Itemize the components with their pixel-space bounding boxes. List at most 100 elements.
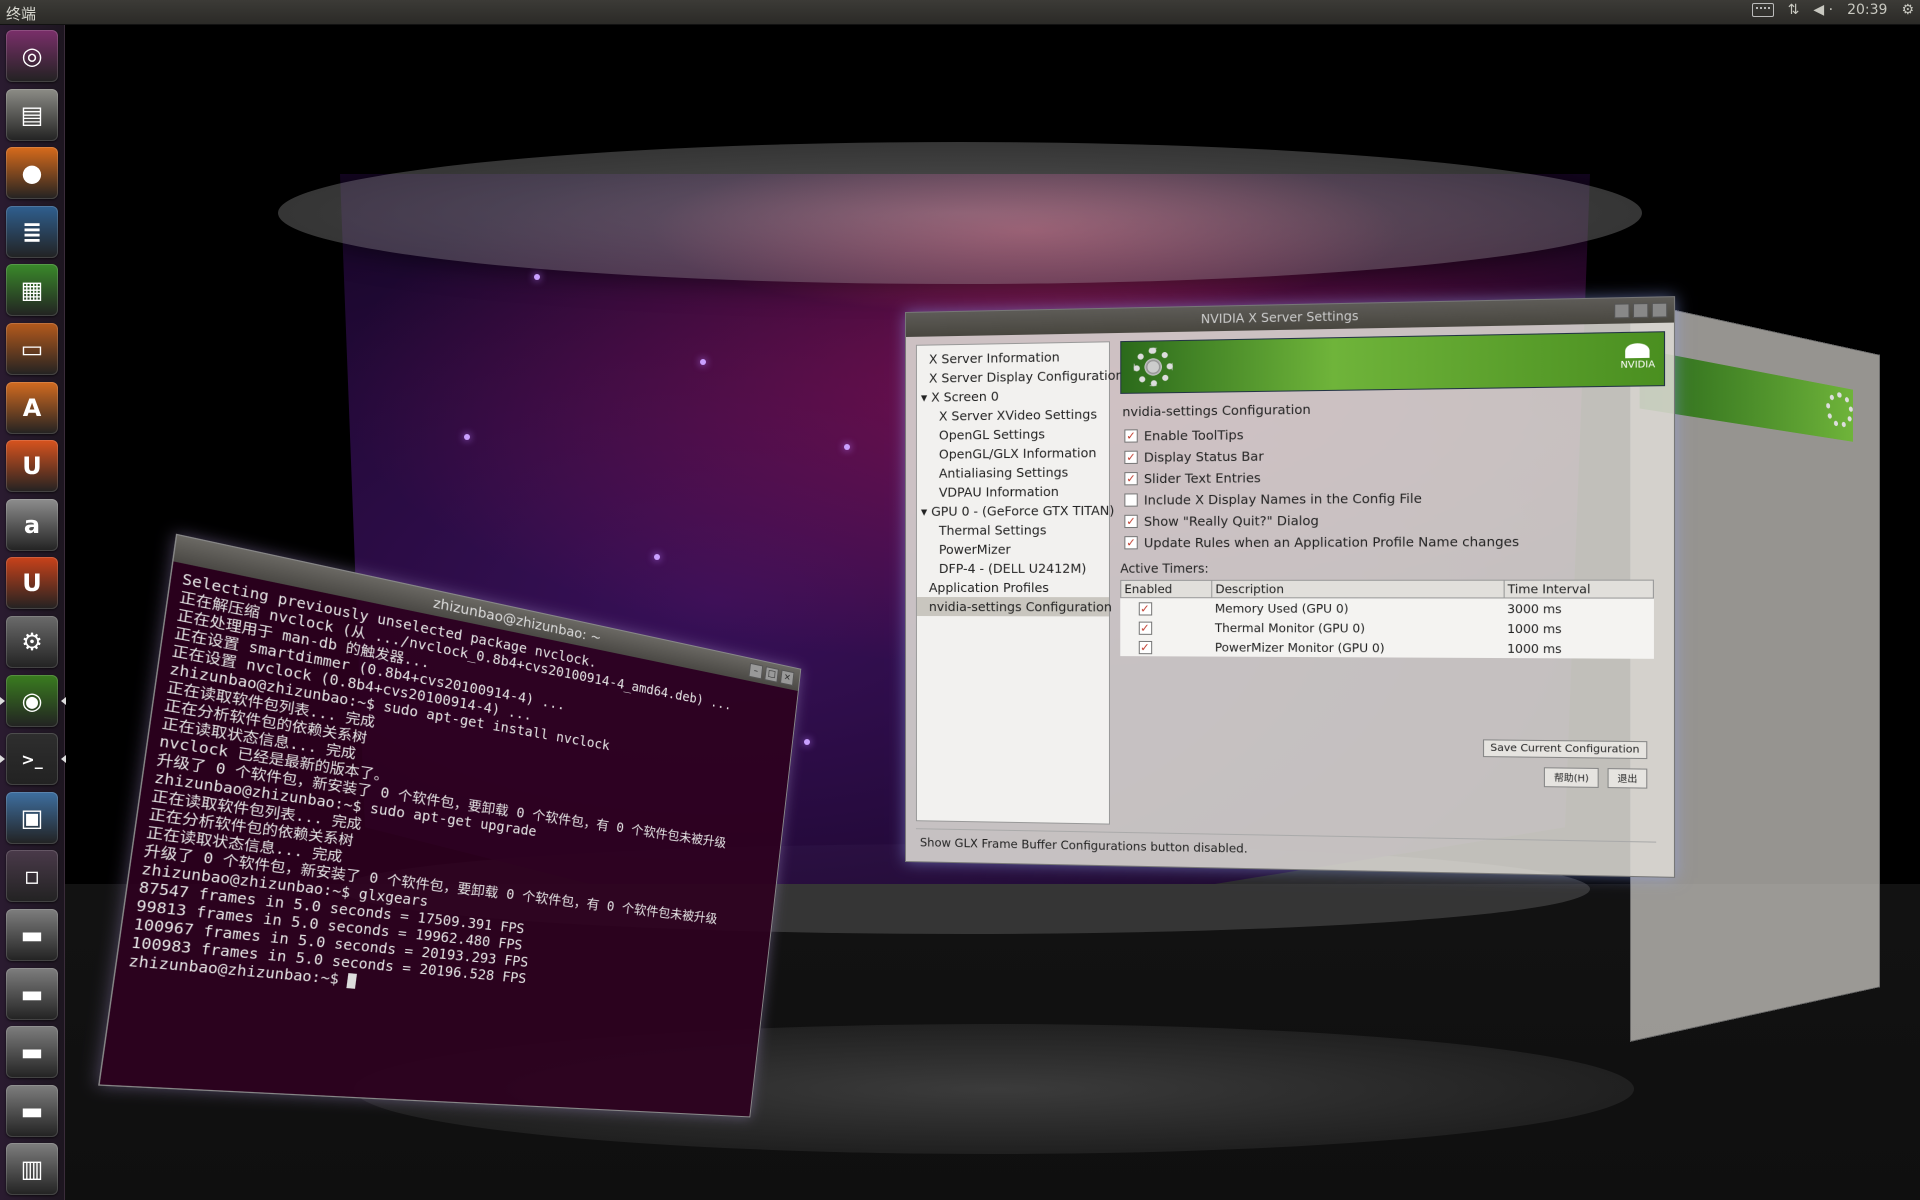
option-row[interactable]: Include X Display Names in the Config Fi… <box>1120 486 1665 511</box>
calc-button[interactable]: ▦ <box>6 264 58 316</box>
enabled-cell[interactable]: ✓ <box>1121 637 1212 657</box>
tree-item[interactable]: Application Profiles <box>917 578 1109 597</box>
nvidia-banner: NVIDIA <box>1120 331 1665 394</box>
amazon-button[interactable]: a <box>6 499 58 551</box>
description-cell: Memory Used (GPU 0) <box>1212 598 1504 619</box>
clock[interactable]: 20:39 <box>1847 2 1887 18</box>
enabled-cell[interactable]: ✓ <box>1121 617 1212 637</box>
settings-tree: X Server Information X Server Display Con… <box>916 341 1110 824</box>
maximize-icon[interactable]: □ <box>764 666 779 683</box>
hard-drive-icon: ▬ <box>21 1038 44 1066</box>
column-header[interactable]: Description <box>1212 580 1504 598</box>
close-icon[interactable] <box>1652 303 1668 318</box>
option-checkbox[interactable]: ✓ <box>1124 472 1137 485</box>
u-bag-icon: U <box>22 569 42 597</box>
file-cabinet-icon: ▤ <box>21 101 44 129</box>
impress-button[interactable]: ▭ <box>6 323 58 375</box>
option-checkbox[interactable]: ✓ <box>1124 515 1137 528</box>
tree-item[interactable]: VDPAU Information <box>917 481 1109 502</box>
display-settings-button[interactable]: ▣ <box>6 792 58 844</box>
tree-item[interactable]: ▾ X Screen 0 <box>917 385 1109 407</box>
maximize-icon[interactable] <box>1633 303 1649 318</box>
option-row[interactable]: ✓ Update Rules when an Application Profil… <box>1120 530 1665 554</box>
close-icon[interactable]: × <box>780 670 794 686</box>
spreadsheet-icon: ▦ <box>21 276 44 304</box>
timer-checkbox[interactable]: ✓ <box>1138 602 1151 615</box>
document-icon: ≣ <box>22 218 42 246</box>
option-row[interactable]: ✓ Show "Really Quit?" Dialog <box>1120 508 1665 532</box>
ubuntu-logo-icon: ◎ <box>22 42 43 70</box>
top-panel: 终端 ⇅ ◀ · 20:39 ⚙ <box>0 0 1920 25</box>
presentation-icon: ▭ <box>21 335 44 363</box>
launcher: ◎ ▤ ● ≣ ▦ ▭ A Ua U ⚙ ◉ >_ ▣ ▫ ▬ ▬ ▬ ▬ ▥ <box>0 24 65 1200</box>
table-row[interactable]: ✓ Thermal Monitor (GPU 0) 1000 ms <box>1121 617 1654 638</box>
drive-1-button[interactable]: ▬ <box>6 909 58 961</box>
tree-item[interactable]: X Server XVideo Settings <box>917 404 1109 426</box>
description-cell: PowerMizer Monitor (GPU 0) <box>1212 637 1504 658</box>
tree-item[interactable]: OpenGL/GLX Information <box>917 443 1109 464</box>
option-label: Show "Really Quit?" Dialog <box>1144 513 1319 529</box>
tree-item[interactable]: DFP-4 - (DELL U2412M) <box>917 559 1109 578</box>
trash-icon: ▥ <box>21 1155 44 1183</box>
timer-checkbox[interactable]: ✓ <box>1138 640 1151 653</box>
terminal-cursor <box>347 973 358 989</box>
workspaces-icon: ▫ <box>24 862 40 890</box>
keyboard-icon[interactable] <box>1752 3 1774 17</box>
ubuntu-one-button[interactable]: U <box>6 440 58 492</box>
interval-cell[interactable]: 1000 ms <box>1504 618 1654 638</box>
table-row[interactable]: ✓ PowerMizer Monitor (GPU 0) 1000 ms <box>1121 637 1654 659</box>
trash-button[interactable]: ▥ <box>6 1143 58 1195</box>
minimize-icon[interactable]: – <box>749 663 764 680</box>
firefox-button[interactable]: ● <box>6 147 58 199</box>
nvidia-settings-button[interactable]: ◉ <box>6 675 58 727</box>
terminal-button[interactable]: >_ <box>6 733 58 785</box>
tree-item[interactable]: nvidia-settings Configuration <box>917 597 1109 616</box>
save-configuration-button[interactable]: Save Current Configuration <box>1483 739 1648 759</box>
tree-item[interactable]: Antialiasing Settings <box>917 462 1109 483</box>
quit-button[interactable]: 退出 <box>1608 768 1648 789</box>
timers-label: Active Timers: <box>1120 561 1665 576</box>
drive-4-button[interactable]: ▬ <box>6 1085 58 1137</box>
options-list: ✓ Enable ToolTips ✓ Display Status Bar ✓ Slid… <box>1120 419 1665 554</box>
window-title: NVIDIA X Server Settings <box>1201 309 1359 326</box>
writer-button[interactable]: ≣ <box>6 206 58 258</box>
table-row[interactable]: ✓ Memory Used (GPU 0) 3000 ms <box>1121 598 1654 619</box>
shopping-bag-icon: A <box>23 394 42 422</box>
timer-checkbox[interactable]: ✓ <box>1138 621 1151 634</box>
column-header[interactable]: Time Interval <box>1504 580 1654 598</box>
tree-item[interactable]: X Server Display Configuration <box>917 366 1109 388</box>
gear-icon[interactable]: ⚙ <box>1901 2 1914 18</box>
network-icon[interactable]: ⇅ <box>1788 2 1800 18</box>
interval-cell[interactable]: 3000 ms <box>1504 598 1654 619</box>
ubuntu-one-music-button[interactable]: U <box>6 557 58 609</box>
section-title: nvidia-settings Configuration <box>1122 397 1665 420</box>
column-header[interactable]: Enabled <box>1121 580 1212 597</box>
enabled-cell[interactable]: ✓ <box>1121 598 1212 618</box>
option-checkbox[interactable] <box>1124 493 1137 506</box>
timers-table: Enabled Description Time Interval ✓ Memory … <box>1120 580 1654 659</box>
minimize-icon[interactable] <box>1614 303 1629 318</box>
description-cell: Thermal Monitor (GPU 0) <box>1212 618 1504 639</box>
option-checkbox[interactable]: ✓ <box>1124 536 1137 549</box>
drive-3-button[interactable]: ▬ <box>6 1026 58 1078</box>
dash-home-button[interactable]: ◎ <box>6 30 58 82</box>
option-checkbox[interactable]: ✓ <box>1124 429 1137 442</box>
option-checkbox[interactable]: ✓ <box>1124 451 1137 464</box>
tree-item[interactable]: ▾ GPU 0 - (GeForce GTX TITAN) <box>917 501 1109 521</box>
volume-icon[interactable]: ◀ · <box>1813 2 1833 18</box>
nvidia-settings-window: NVIDIA X Server Settings X Server Inform… <box>905 296 1675 878</box>
nvidia-logo-icon: NVIDIA <box>1620 343 1655 371</box>
help-button[interactable]: 帮助(H) <box>1544 767 1599 788</box>
tree-item[interactable]: OpenGL Settings <box>917 424 1109 445</box>
tree-item[interactable]: Thermal Settings <box>917 520 1109 540</box>
software-center-button[interactable]: A <box>6 382 58 434</box>
hard-drive-icon: ▬ <box>21 980 44 1008</box>
drive-2-button[interactable]: ▬ <box>6 968 58 1020</box>
tree-item[interactable]: PowerMizer <box>917 539 1109 559</box>
wallpaper-star <box>844 444 850 450</box>
workspace-switcher-button[interactable]: ▫ <box>6 850 58 902</box>
interval-cell[interactable]: 1000 ms <box>1504 638 1654 659</box>
files-button[interactable]: ▤ <box>6 89 58 141</box>
system-settings-button[interactable]: ⚙ <box>6 616 58 668</box>
wallpaper-star <box>654 554 660 560</box>
